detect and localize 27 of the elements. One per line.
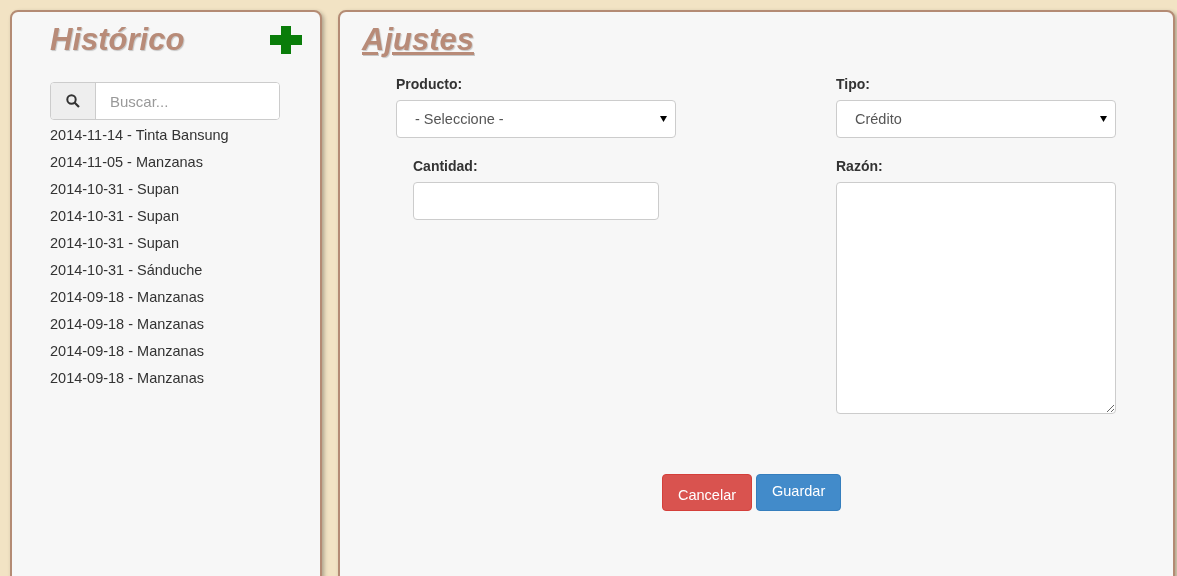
history-item[interactable]: 2014-09-18 - Manzanas [50,284,320,311]
field-label: Cantidad: [413,158,479,174]
history-item[interactable]: 2014-10-31 - Supan [50,230,320,257]
history-item[interactable]: 2014-11-14 - Tinta Bansung [50,122,320,149]
history-item[interactable]: 2014-11-05 - Manzanas [50,149,320,176]
field-label: Producto: [396,76,464,92]
caret-icon [1100,116,1107,122]
history-item[interactable]: 2014-10-31 - Sánduche [50,257,320,284]
type-select[interactable]: Crédito [836,100,1116,138]
field-label: Razón: [836,158,884,174]
field-label: Tipo: [836,76,871,92]
search-field[interactable]: Buscar... [50,82,280,120]
history-item[interactable]: 2014-09-18 - Manzanas [50,365,320,392]
history-item[interactable]: 2014-10-31 - Supan [50,203,320,230]
plus-icon[interactable] [270,26,302,54]
search-icon [66,94,80,108]
history-item[interactable]: 2014-10-31 - Supan [50,176,320,203]
caret-icon [660,116,667,122]
history-item[interactable]: 2014-09-18 - Manzanas [50,338,320,365]
reason-field[interactable] [836,182,1116,414]
product-select[interactable]: - Seleccione - [396,100,676,138]
panel-title: Ajustes [362,22,475,58]
history-item[interactable]: 2014-09-18 - Manzanas [50,311,320,338]
panel-title: Histórico [50,22,185,58]
primary-button[interactable]: Guardar [756,474,842,511]
quantity-field[interactable] [413,182,659,220]
danger-button[interactable]: Cancelar [662,474,753,511]
